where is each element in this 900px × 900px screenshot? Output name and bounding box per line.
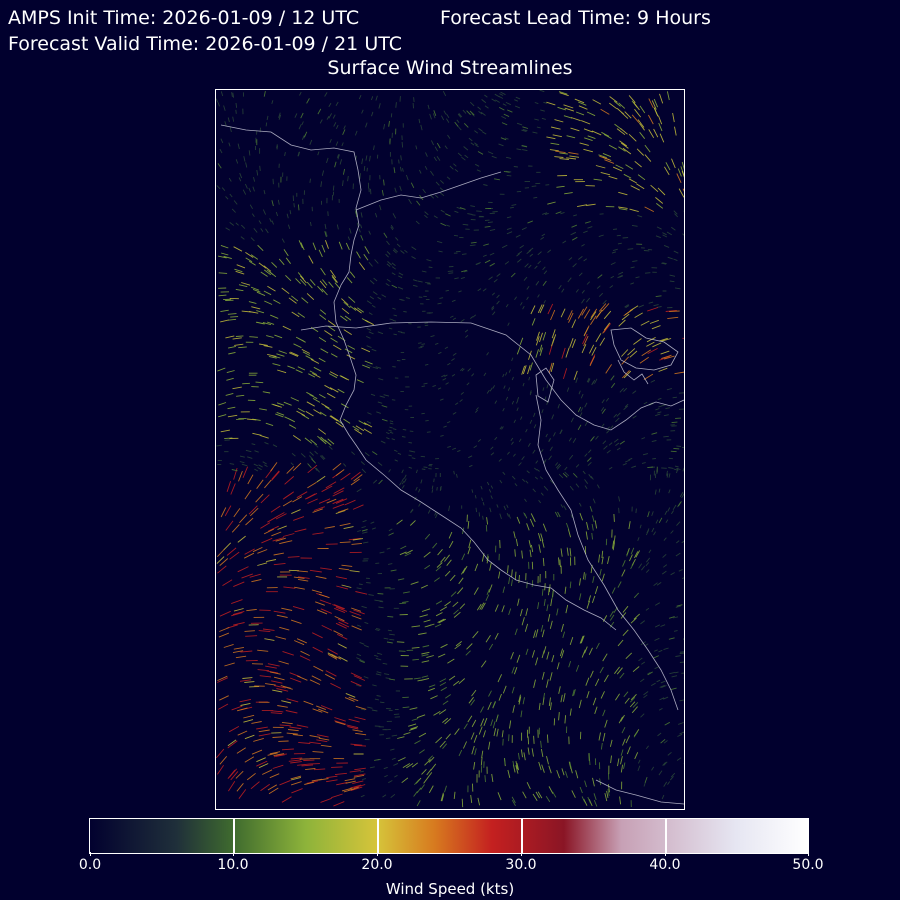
plot-title: Surface Wind Streamlines (327, 57, 573, 79)
colorbar-tick (90, 852, 91, 856)
colorbar-divider (665, 819, 667, 853)
valid-time-label: Forecast Valid Time: 2026-01-09 / 21 UTC (8, 33, 402, 55)
lead-time-label: Forecast Lead Time: 9 Hours (440, 7, 711, 29)
streamline-map (215, 89, 685, 810)
colorbar-tick (665, 852, 666, 856)
colorbar-divider (521, 819, 523, 853)
colorbar-tick-label: 50.0 (792, 857, 824, 873)
colorbar-tick-label: 0.0 (78, 857, 102, 873)
colorbar-tick (521, 852, 522, 856)
colorbar-tick-label: 10.0 (217, 857, 249, 873)
colorbar-tick (233, 852, 234, 856)
streamline-map-canvas (216, 90, 684, 809)
colorbar-tick (377, 852, 378, 856)
wind-speed-colorbar (89, 818, 809, 854)
colorbar-tick-label: 20.0 (361, 857, 393, 873)
colorbar-divider (233, 819, 235, 853)
colorbar-tick-label: 30.0 (505, 857, 537, 873)
colorbar-title: Wind Speed (kts) (385, 880, 515, 898)
init-time-label: AMPS Init Time: 2026-01-09 / 12 UTC (8, 7, 360, 29)
colorbar-tick (808, 852, 809, 856)
colorbar-divider (377, 819, 379, 853)
colorbar-tick-label: 40.0 (649, 857, 681, 873)
colorbar-gradient (90, 819, 808, 853)
